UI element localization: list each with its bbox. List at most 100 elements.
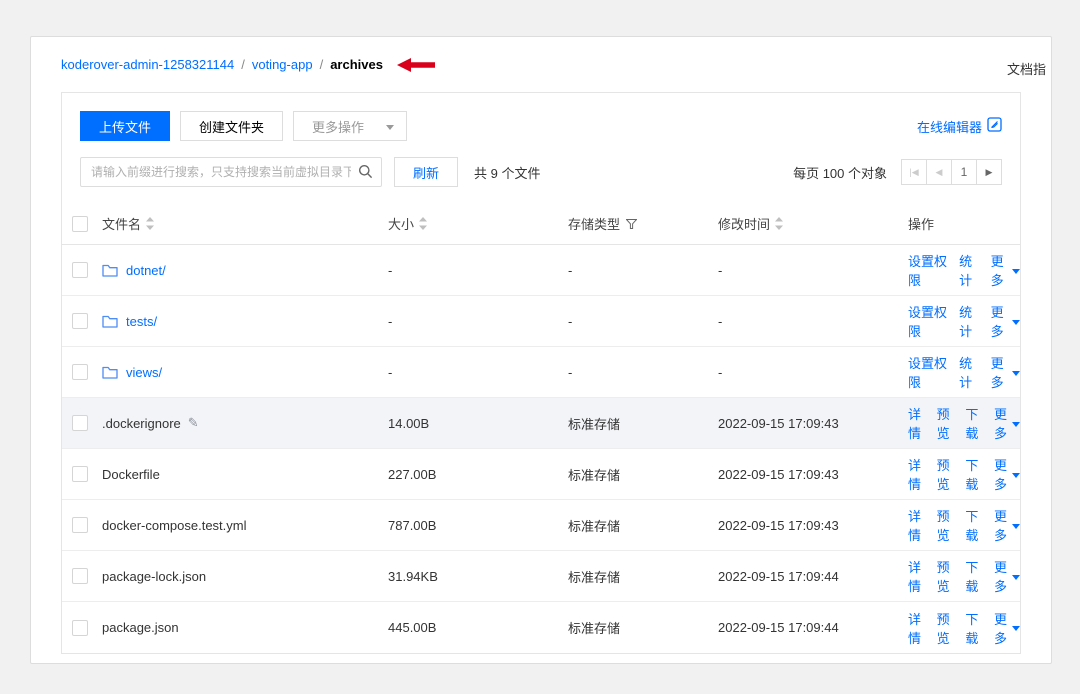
row-checkbox[interactable] (72, 568, 88, 584)
edit-pencil-icon[interactable]: ✎ (188, 415, 199, 431)
file-name-link[interactable]: tests/ (126, 314, 157, 329)
header-file-name[interactable]: 文件名 (102, 214, 141, 233)
row-action-link[interactable]: 预览 (937, 506, 954, 544)
upload-file-button[interactable]: 上传文件 (80, 111, 171, 141)
row-action-link[interactable]: 设置权限 (908, 251, 947, 289)
header-size[interactable]: 大小 (388, 214, 414, 233)
search-icon[interactable] (358, 164, 373, 182)
sort-icon[interactable] (419, 217, 428, 230)
row-checkbox[interactable] (72, 415, 88, 431)
modified-time-cell: 2022-09-15 17:09:43 (718, 415, 839, 431)
online-editor-label: 在线编辑器 (916, 119, 982, 135)
row-action-link[interactable]: 详情 (908, 404, 925, 442)
row-checkbox[interactable] (72, 466, 88, 482)
create-folder-button[interactable]: 创建文件夹 (180, 111, 284, 141)
row-actions: 详情 预览 下载 更多 (908, 506, 1020, 544)
pagination-current-page: 1 (951, 159, 977, 185)
row-checkbox[interactable] (72, 517, 88, 533)
row-checkbox[interactable] (72, 313, 88, 329)
pagination: 每页 100 个对象 |◀ ◀ 1 ▶ (793, 159, 1002, 185)
row-action-link[interactable]: 更多 (994, 609, 1020, 647)
breadcrumb-folder-link[interactable]: voting-app (252, 57, 313, 72)
file-name: .dockerignore (102, 415, 181, 431)
row-actions: 设置权限 统计 更多 (908, 353, 1020, 391)
row-action-link[interactable]: 更多 (991, 302, 1020, 340)
caret-down-icon (1012, 370, 1020, 376)
table-row: package-lock.json 31.94KB 标准存储 2022-09-15 1… (62, 551, 1020, 602)
row-action-link[interactable]: 更多 (994, 404, 1020, 442)
row-action-link[interactable]: 详情 (908, 609, 925, 647)
caret-down-icon (1011, 421, 1020, 427)
row-action-link[interactable]: 详情 (908, 506, 925, 544)
row-action-link[interactable]: 下载 (965, 506, 982, 544)
caret-down-icon (1012, 268, 1020, 274)
caret-down-icon (386, 124, 395, 130)
row-action-link[interactable]: 预览 (937, 557, 954, 595)
modified-time-cell: - (718, 313, 723, 329)
file-name-link[interactable]: dotnet/ (126, 263, 166, 278)
breadcrumb-current: archives (330, 57, 383, 72)
row-action-link[interactable]: 下载 (965, 455, 982, 493)
pagination-first-button[interactable]: |◀ (901, 159, 927, 185)
row-action-link[interactable]: 统计 (959, 251, 979, 289)
doc-guide-link[interactable]: 文档指 (1007, 59, 1053, 78)
file-size-cell: 445.00B (388, 620, 437, 635)
breadcrumb-bucket-link[interactable]: koderover-admin-1258321144 (61, 57, 234, 72)
row-actions: 详情 预览 下载 更多 (908, 404, 1020, 442)
row-action-link[interactable]: 更多 (994, 557, 1020, 595)
file-name-link[interactable]: views/ (126, 365, 162, 380)
row-actions: 设置权限 统计 更多 (908, 251, 1020, 289)
modified-time-cell: 2022-09-15 17:09:44 (718, 620, 839, 635)
modified-time-cell: - (718, 364, 723, 380)
row-action-link[interactable]: 设置权限 (908, 353, 947, 391)
row-action-link[interactable]: 下载 (965, 609, 982, 647)
row-action-link[interactable]: 更多 (994, 455, 1020, 493)
search-input[interactable] (80, 157, 382, 187)
header-storage-type[interactable]: 存储类型 (568, 214, 620, 233)
breadcrumb-separator: / (319, 57, 324, 72)
select-all-checkbox[interactable] (72, 215, 88, 232)
refresh-button[interactable]: 刷新 (394, 157, 459, 187)
file-count-text: 共 9 个文件 (474, 165, 541, 181)
row-action-link[interactable]: 更多 (991, 251, 1020, 289)
file-size-cell: - (388, 364, 393, 380)
row-action-link[interactable]: 详情 (908, 455, 925, 493)
storage-type-cell: 标准存储 (568, 416, 621, 432)
sort-icon[interactable] (146, 217, 155, 230)
row-action-link[interactable]: 下载 (965, 404, 982, 442)
pagination-next-button[interactable]: ▶ (976, 159, 1002, 185)
file-size-cell: 14.00B (388, 415, 430, 431)
file-table-body: dotnet/- - - 设置权限 统计 更多 tests/- - - 设置权限 统计 更多 views… (62, 245, 1020, 653)
row-checkbox[interactable] (72, 262, 88, 278)
modified-time-cell: - (718, 262, 723, 278)
row-checkbox[interactable] (72, 364, 88, 380)
row-action-link[interactable]: 更多 (991, 353, 1020, 391)
row-action-link[interactable]: 设置权限 (908, 302, 947, 340)
breadcrumb-separator: / (241, 57, 245, 72)
row-action-link[interactable]: 预览 (937, 609, 954, 647)
row-action-link[interactable]: 预览 (937, 455, 954, 493)
table-row: views/ - - - 设置权限 统计 更多 (62, 347, 1020, 398)
table-row: Dockerfile 227.00B 标准存储 2022-09-15 17:09:43… (62, 449, 1020, 500)
row-checkbox[interactable] (72, 619, 88, 636)
file-name: Dockerfile (102, 466, 160, 482)
filter-icon[interactable] (626, 218, 638, 229)
modified-time-cell: 2022-09-15 17:09:43 (718, 466, 839, 482)
file-size-cell: - (388, 262, 393, 278)
row-action-link[interactable]: 统计 (959, 353, 979, 391)
sort-icon[interactable] (775, 217, 784, 230)
header-modified-time[interactable]: 修改时间 (718, 214, 770, 233)
pagination-prev-button[interactable]: ◀ (926, 159, 952, 185)
storage-type-cell: 标准存储 (568, 569, 621, 585)
row-action-link[interactable]: 更多 (994, 506, 1020, 544)
folder-icon (102, 264, 118, 277)
folder-icon (102, 366, 118, 379)
table-row: tests/ - - - 设置权限 统计 更多 (62, 296, 1020, 347)
online-editor-link[interactable]: 在线编辑器 (917, 117, 1002, 136)
more-operations-button[interactable]: 更多操作 (293, 111, 408, 141)
row-action-link[interactable]: 统计 (959, 302, 979, 340)
more-operations-label: 更多操作 (312, 119, 365, 135)
row-action-link[interactable]: 详情 (908, 557, 925, 595)
row-action-link[interactable]: 预览 (937, 404, 954, 442)
row-action-link[interactable]: 下载 (965, 557, 982, 595)
